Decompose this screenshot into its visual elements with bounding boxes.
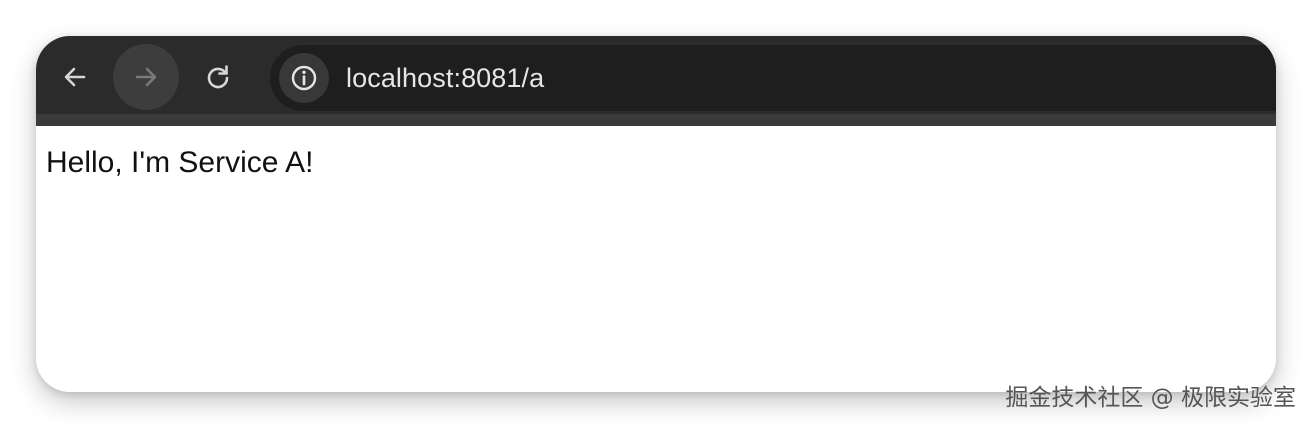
arrow-left-icon [64,67,86,87]
browser-window: localhost:8081/a Hello, I'm Service A! [36,36,1276,392]
back-button[interactable] [42,44,108,110]
reload-button[interactable] [185,44,251,110]
site-info-button[interactable] [279,53,329,103]
browser-toolbar: localhost:8081/a [36,36,1276,114]
watermark: 掘金技术社区 @ 极限实验室 [1005,385,1296,411]
reload-icon [207,65,229,89]
url-text[interactable]: localhost:8081/a [346,45,544,111]
toolbar-divider [36,114,1276,126]
page-body-text: Hello, I'm Service A! [46,146,314,179]
info-circle-icon [291,65,317,91]
forward-button[interactable] [113,44,179,110]
page-content: Hello, I'm Service A! [36,126,1276,392]
address-bar[interactable]: localhost:8081/a [270,45,1276,111]
arrow-right-icon [135,67,157,87]
